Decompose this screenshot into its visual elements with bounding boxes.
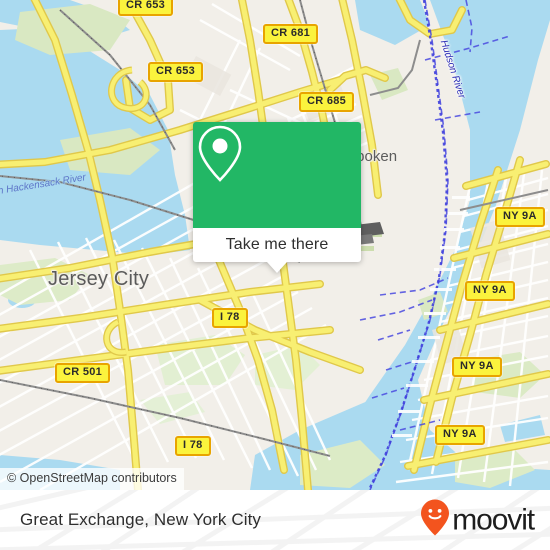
- highway-shield-ny9a-4: NY 9A: [435, 425, 485, 445]
- map-canvas[interactable]: Jersey City Hoboken n Hackensack River H…: [0, 0, 550, 490]
- location-callout[interactable]: Take me there: [193, 122, 361, 273]
- callout-image-panel: [193, 122, 361, 228]
- highway-shield-cr653-north: CR 653: [118, 0, 174, 16]
- moovit-wordmark: moovit: [452, 503, 535, 536]
- map-page: Jersey City Hoboken n Hackensack River H…: [0, 0, 550, 550]
- highway-shield-ny9a-2: NY 9A: [465, 281, 515, 301]
- take-me-there-button[interactable]: Take me there: [193, 228, 361, 262]
- footer-location-title: Great Exchange, New York City: [20, 510, 262, 529]
- highway-shield-cr685: CR 685: [299, 92, 355, 112]
- highway-shield-cr681: CR 681: [263, 24, 319, 44]
- highway-shield-i78-north: I 78: [212, 308, 248, 328]
- footer-bar: Great Exchange, New York City moovit: [0, 490, 550, 550]
- highway-shield-i78-south: I 78: [175, 436, 211, 456]
- map-attribution[interactable]: © OpenStreetMap contributors: [0, 468, 184, 490]
- moovit-pin-icon: [420, 499, 450, 542]
- callout-tail: [267, 262, 287, 273]
- highway-shield-ny9a-1: NY 9A: [495, 207, 545, 227]
- highway-shield-cr501: CR 501: [55, 363, 111, 383]
- moovit-brand[interactable]: moovit: [420, 499, 535, 542]
- highway-shield-cr653-south: CR 653: [148, 62, 204, 82]
- highway-shield-ny9a-3: NY 9A: [452, 357, 502, 377]
